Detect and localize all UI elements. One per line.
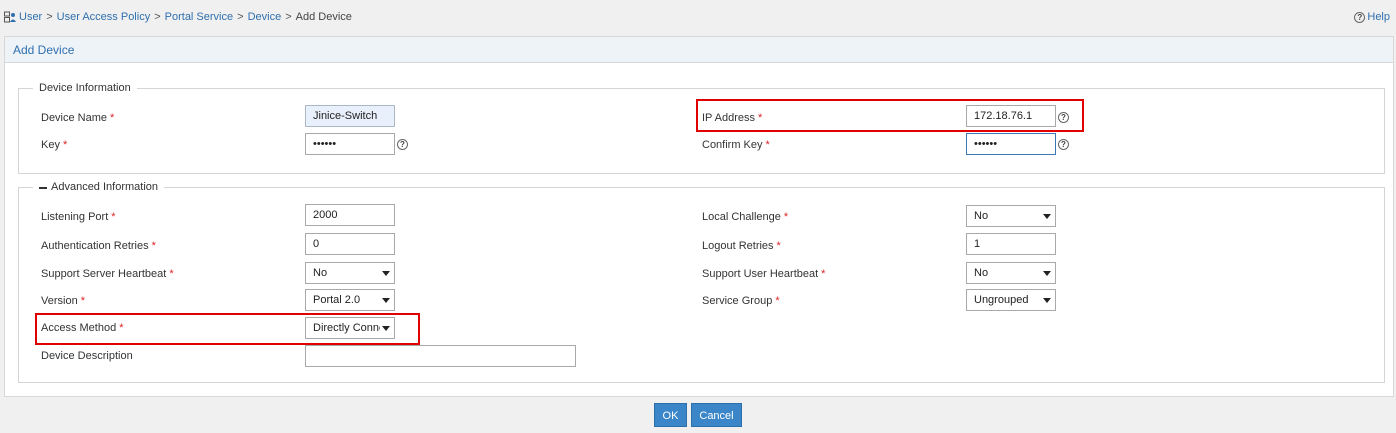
device-description-input[interactable] bbox=[305, 345, 576, 367]
service-group-label: Service Group * bbox=[702, 295, 780, 307]
panel-title: Add Device bbox=[5, 37, 1393, 63]
collapse-icon bbox=[39, 186, 47, 189]
cancel-button[interactable]: Cancel bbox=[691, 403, 742, 427]
version-label: Version * bbox=[41, 295, 85, 307]
help-label: Help bbox=[1367, 11, 1390, 23]
breadcrumb-user-access-policy[interactable]: User Access Policy bbox=[57, 11, 151, 23]
breadcrumb-user[interactable]: User bbox=[19, 11, 42, 23]
confirm-key-help-icon[interactable]: ? bbox=[1058, 139, 1069, 150]
authentication-retries-label: Authentication Retries * bbox=[41, 240, 156, 252]
chevron-down-icon bbox=[1043, 214, 1051, 219]
user-heartbeat-select[interactable]: No bbox=[966, 262, 1056, 284]
service-group-select[interactable]: Ungrouped bbox=[966, 289, 1056, 311]
server-heartbeat-label: Support Server Heartbeat * bbox=[41, 268, 174, 280]
device-information-legend: Device Information bbox=[33, 82, 137, 95]
version-select[interactable]: Portal 2.0 bbox=[305, 289, 395, 311]
local-challenge-select[interactable]: No bbox=[966, 205, 1056, 227]
listening-port-label: Listening Port * bbox=[41, 211, 116, 223]
confirm-key-input[interactable]: •••••• bbox=[966, 133, 1056, 155]
breadcrumb-device[interactable]: Device bbox=[248, 11, 282, 23]
access-method-label: Access Method * bbox=[41, 322, 124, 334]
add-device-panel: Add Device Device Information Device Nam… bbox=[4, 36, 1394, 397]
breadcrumb-current: Add Device bbox=[295, 11, 352, 23]
ip-address-help-icon[interactable]: ? bbox=[1058, 112, 1069, 123]
help-link[interactable]: ? Help bbox=[1354, 11, 1390, 23]
access-method-select[interactable]: Directly Connected bbox=[305, 317, 395, 339]
top-bar: User > User Access Policy > Portal Service > D… bbox=[0, 0, 1396, 34]
chevron-down-icon bbox=[382, 298, 390, 303]
device-description-label: Device Description bbox=[41, 350, 133, 362]
logout-retries-input[interactable]: 1 bbox=[966, 233, 1056, 255]
chevron-down-icon bbox=[382, 271, 390, 276]
device-information-section: Device Information bbox=[18, 82, 1385, 174]
authentication-retries-input[interactable]: 0 bbox=[305, 233, 395, 255]
logout-retries-label: Logout Retries * bbox=[702, 240, 781, 252]
key-label: Key * bbox=[41, 139, 68, 151]
key-help-icon[interactable]: ? bbox=[397, 139, 408, 150]
chevron-down-icon bbox=[382, 326, 390, 331]
key-input[interactable]: •••••• bbox=[305, 133, 395, 155]
user-nav-icon bbox=[4, 11, 16, 23]
advanced-information-legend[interactable]: Advanced Information bbox=[33, 181, 165, 194]
device-name-input[interactable]: Jinice-Switch bbox=[305, 105, 395, 127]
breadcrumb-portal-service[interactable]: Portal Service bbox=[165, 11, 233, 23]
help-icon: ? bbox=[1354, 11, 1366, 23]
chevron-down-icon bbox=[1043, 298, 1051, 303]
ip-address-input[interactable]: 172.18.76.1 bbox=[966, 105, 1056, 127]
local-challenge-label: Local Challenge * bbox=[702, 211, 789, 223]
breadcrumb: User > User Access Policy > Portal Service > D… bbox=[19, 11, 352, 23]
ip-address-label: IP Address * bbox=[702, 112, 763, 124]
user-heartbeat-label: Support User Heartbeat * bbox=[702, 268, 826, 280]
server-heartbeat-select[interactable]: No bbox=[305, 262, 395, 284]
listening-port-input[interactable]: 2000 bbox=[305, 204, 395, 226]
device-name-label: Device Name * bbox=[41, 112, 115, 124]
chevron-down-icon bbox=[1043, 271, 1051, 276]
ok-button[interactable]: OK bbox=[654, 403, 687, 427]
confirm-key-label: Confirm Key * bbox=[702, 139, 770, 151]
